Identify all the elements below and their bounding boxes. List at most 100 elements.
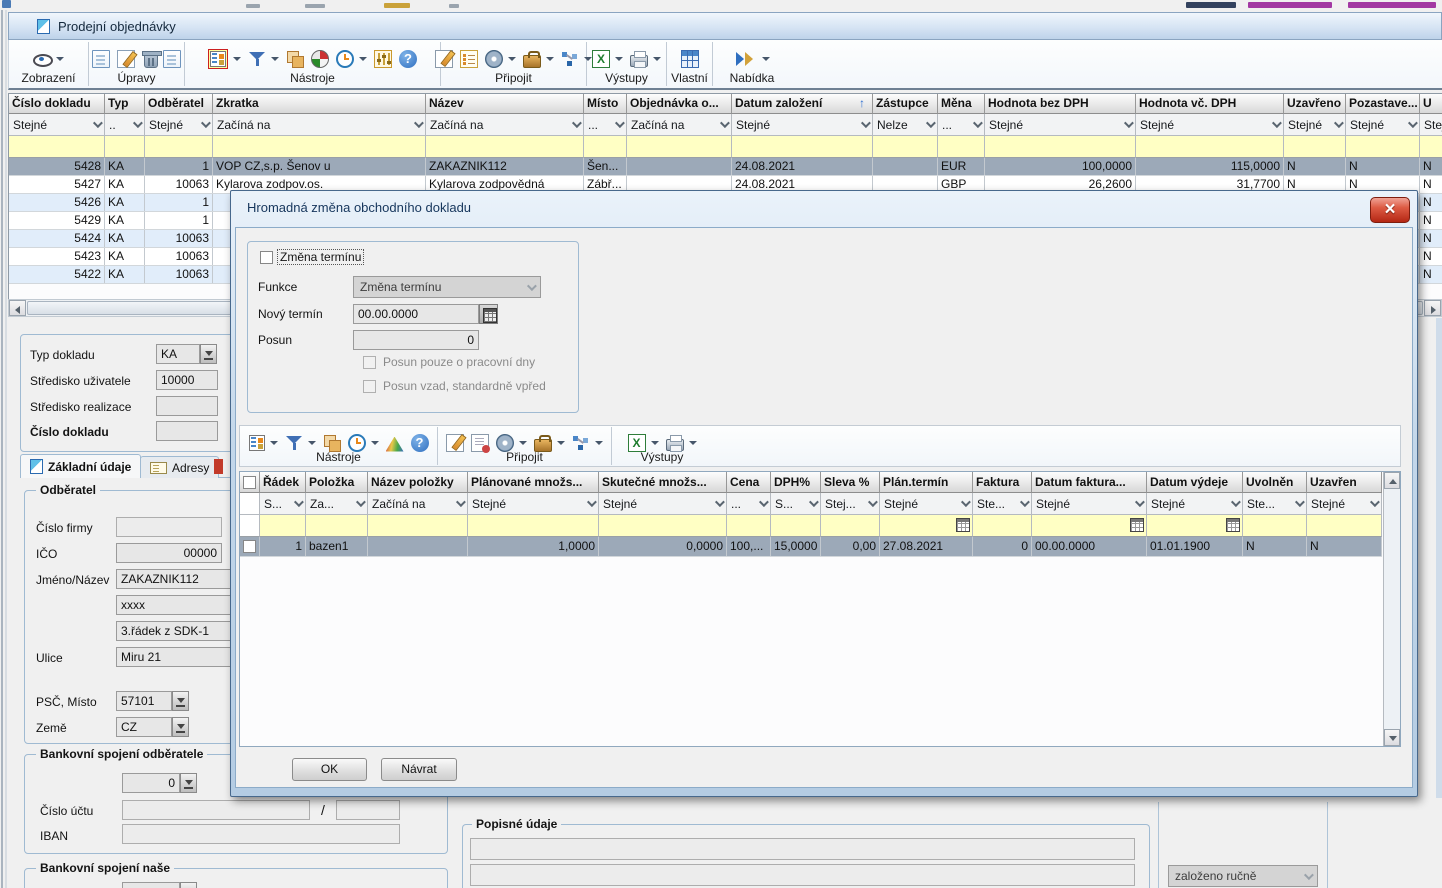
cell[interactable]: 5426 bbox=[9, 194, 105, 211]
search-cell[interactable] bbox=[240, 515, 260, 537]
header-cell[interactable]: Plán.termín bbox=[880, 472, 973, 493]
search-cell[interactable] bbox=[973, 515, 1032, 537]
cell[interactable]: N bbox=[1420, 230, 1442, 247]
cell[interactable]: N bbox=[1420, 212, 1442, 229]
header-cell[interactable]: Řádek bbox=[260, 472, 306, 493]
cell[interactable]: N bbox=[1420, 266, 1442, 283]
cell[interactable]: bazen1 bbox=[306, 537, 368, 556]
stredisko-realizace-field[interactable] bbox=[156, 396, 218, 416]
zalozeno-rucne-dropdown[interactable]: založeno ručně bbox=[1168, 865, 1318, 887]
cell[interactable]: 0 bbox=[973, 537, 1032, 556]
new-document-icon[interactable] bbox=[92, 50, 110, 68]
cell[interactable]: N bbox=[1420, 194, 1442, 211]
close-button[interactable]: × bbox=[1370, 197, 1410, 223]
cislo-uctu-field[interactable] bbox=[122, 800, 310, 820]
filter-dropdown[interactable]: Stejné bbox=[599, 493, 727, 515]
posun-pracovni-dny-checkbox[interactable] bbox=[363, 356, 376, 369]
filter-dropdown[interactable]: S... bbox=[771, 493, 821, 515]
cell[interactable]: 1 bbox=[260, 537, 306, 556]
dropdown-arrow-icon[interactable] bbox=[557, 441, 565, 445]
zeme-field[interactable]: CZ bbox=[116, 717, 172, 737]
search-cell[interactable] bbox=[584, 136, 627, 158]
header-cell[interactable]: Uzavřen bbox=[1307, 472, 1382, 493]
calendar-icon[interactable] bbox=[1226, 518, 1240, 532]
excel-export-icon[interactable] bbox=[592, 50, 610, 68]
header-cell[interactable]: Uzavřeno bbox=[1284, 94, 1346, 114]
tab-partial-icon[interactable] bbox=[214, 459, 223, 474]
filter-dropdown[interactable]: Za... bbox=[306, 493, 368, 515]
cislo-dokladu-field[interactable] bbox=[156, 421, 218, 441]
view-icon[interactable] bbox=[33, 50, 51, 68]
header-cell[interactable]: Odběratel bbox=[145, 94, 213, 114]
filter-dropdown[interactable]: Stejné bbox=[1307, 493, 1382, 515]
active-tool-highlight[interactable] bbox=[208, 49, 228, 69]
copy-structure-icon[interactable] bbox=[286, 50, 304, 68]
help-icon[interactable] bbox=[399, 50, 417, 68]
search-cell[interactable] bbox=[727, 515, 771, 537]
edit-document-icon[interactable] bbox=[117, 50, 135, 68]
search-cell[interactable] bbox=[1147, 515, 1243, 537]
lookup-button[interactable] bbox=[172, 717, 189, 737]
iban-field[interactable] bbox=[122, 824, 400, 844]
search-cell[interactable] bbox=[1346, 136, 1420, 158]
cell[interactable]: Šen... bbox=[584, 158, 627, 175]
history-icon[interactable] bbox=[336, 50, 354, 68]
cell[interactable]: 10063 bbox=[145, 176, 213, 193]
filter-dropdown[interactable]: Stejné bbox=[468, 493, 599, 515]
cell[interactable]: 0,0000 bbox=[599, 537, 727, 556]
cell[interactable]: KA bbox=[105, 194, 145, 211]
row-checkbox[interactable] bbox=[243, 540, 256, 553]
briefcase-icon[interactable] bbox=[523, 55, 541, 68]
cell[interactable]: 5424 bbox=[9, 230, 105, 247]
cell[interactable]: 115,0000 bbox=[1136, 158, 1284, 175]
cell[interactable]: N bbox=[1346, 158, 1420, 175]
cell[interactable]: 100,... bbox=[727, 537, 771, 556]
cell[interactable]: 0,00 bbox=[821, 537, 880, 556]
cell[interactable] bbox=[627, 158, 732, 175]
ico-field[interactable]: 00000 bbox=[116, 543, 222, 563]
scroll-left-button[interactable] bbox=[9, 300, 26, 316]
cell[interactable]: 27.08.2021 bbox=[880, 537, 973, 556]
dropdown-arrow-icon[interactable] bbox=[270, 441, 278, 445]
filter-dropdown[interactable]: Stejné bbox=[145, 114, 213, 136]
dropdown-arrow-icon[interactable] bbox=[371, 441, 379, 445]
dropdown-arrow-icon[interactable] bbox=[56, 57, 64, 61]
note-icon[interactable] bbox=[435, 50, 453, 68]
dropdown-arrow-icon[interactable] bbox=[689, 441, 697, 445]
dropdown-arrow-icon[interactable] bbox=[546, 57, 554, 61]
dropdown-arrow-icon[interactable] bbox=[233, 57, 241, 61]
filter-dropdown[interactable]: .. bbox=[105, 114, 145, 136]
filter-dropdown[interactable]: Začíná na bbox=[368, 493, 468, 515]
grid-settings-icon[interactable] bbox=[249, 435, 265, 451]
cell[interactable] bbox=[368, 537, 468, 556]
header-cell[interactable]: Uvolněn bbox=[1243, 472, 1307, 493]
cell[interactable]: 5428 bbox=[9, 158, 105, 175]
cell[interactable]: 1 bbox=[145, 194, 213, 211]
cell[interactable]: 5422 bbox=[9, 266, 105, 283]
cell[interactable]: 5427 bbox=[9, 176, 105, 193]
select-all-cell[interactable] bbox=[240, 472, 260, 493]
filter-dropdown[interactable]: Stejné bbox=[732, 114, 873, 136]
header-cell[interactable]: Datum výdeje bbox=[1147, 472, 1243, 493]
search-cell[interactable] bbox=[627, 136, 732, 158]
posun-field[interactable]: 0 bbox=[353, 330, 479, 350]
cell[interactable]: 10063 bbox=[145, 230, 213, 247]
cell[interactable]: KA bbox=[105, 248, 145, 265]
header-cell[interactable]: Sleva % bbox=[821, 472, 880, 493]
cell[interactable]: 10063 bbox=[145, 266, 213, 283]
filter-dropdown[interactable]: S... bbox=[260, 493, 306, 515]
cell[interactable]: 1 bbox=[145, 212, 213, 229]
dropdown-arrow-icon[interactable] bbox=[651, 441, 659, 445]
cell[interactable]: 10063 bbox=[145, 248, 213, 265]
tab-adresy[interactable]: Adresy bbox=[140, 456, 219, 478]
header-cell[interactable]: Název bbox=[426, 94, 584, 114]
search-cell[interactable] bbox=[821, 515, 880, 537]
search-cell[interactable] bbox=[105, 136, 145, 158]
filter-dropdown[interactable]: Začíná na bbox=[627, 114, 732, 136]
copy-document-icon[interactable] bbox=[163, 50, 181, 68]
ok-button[interactable]: OK bbox=[292, 758, 367, 781]
filter-dropdown[interactable]: Začíná na bbox=[426, 114, 584, 136]
search-cell[interactable] bbox=[599, 515, 727, 537]
filter-dropdown[interactable]: Stejné bbox=[1136, 114, 1284, 136]
cell[interactable]: KA bbox=[105, 176, 145, 193]
